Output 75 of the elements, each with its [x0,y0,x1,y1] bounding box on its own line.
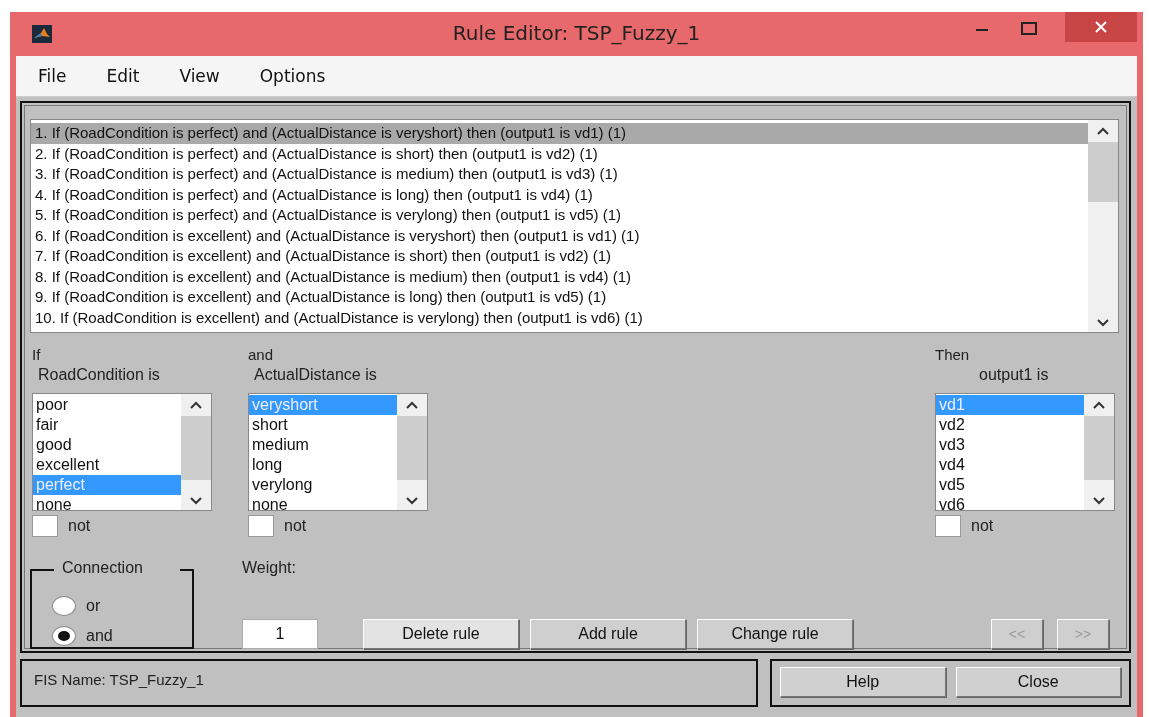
rule-item[interactable]: 2. If (RoadCondition is perfect) and (ActualDistance is short) then (output1 is vd2) (1) [31,143,1088,164]
not-checkbox[interactable] [32,515,58,537]
rule-item[interactable]: 3. If (RoadCondition is perfect) and (ActualDistance is medium) then (output1 is vd3) (1) [31,164,1088,185]
window-title: Rule Editor: TSP_Fuzzy_1 [452,21,701,45]
scroll-up-icon[interactable] [1092,400,1106,410]
scrollbar[interactable] [1088,120,1118,332]
list-item[interactable]: vd2 [936,415,1084,435]
rule-button[interactable]: Delete rule [363,619,519,649]
checkbox-label: not [971,517,994,535]
rule-button[interactable]: Change rule [697,619,853,649]
membership-list[interactable]: poor fair good excellent perfect none [32,393,212,511]
variable-label: RoadCondition is [38,365,161,385]
dialog-button[interactable]: Help [780,667,946,697]
variable-label: output1 is [979,365,1050,385]
list-item[interactable]: vd4 [936,455,1084,475]
checkbox-label: not [284,517,307,535]
menu-item[interactable]: View [175,64,224,88]
not-checkbox[interactable] [935,515,961,537]
list-item[interactable]: long [249,455,397,475]
radio-label: or [86,597,101,615]
scroll-down-icon[interactable] [405,496,419,506]
weight-label: Weight: [242,559,297,577]
rule-item[interactable]: 10. If (RoadCondition is excellent) and (ActualDistance is verylong) then (output1 is vd6) (1) [31,307,1088,328]
rule-button[interactable]: Add rule [530,619,686,649]
list-item[interactable]: vd6 [936,495,1084,510]
menu-item[interactable]: Edit [102,64,144,88]
radio-button[interactable] [52,596,76,616]
scrollbar[interactable] [181,394,211,510]
membership-list[interactable]: vd1 vd2 vd3 vd4 vd5 vd6 [935,393,1115,511]
rule-item[interactable]: 1. If (RoadCondition is perfect) and (ActualDistance is veryshort) then (output1 is vd1) (1) [31,123,1088,144]
weight-field[interactable]: 1 [242,619,318,649]
rule-item[interactable]: 6. If (RoadCondition is excellent) and (ActualDistance is veryshort) then (output1 is vd1) (1) [31,225,1088,246]
membership-list[interactable]: veryshort short medium long verylong none [248,393,428,511]
rule-item[interactable]: 4. If (RoadCondition is perfect) and (ActualDistance is long) then (output1 is vd4) (1) [31,184,1088,205]
section-label: If [32,345,42,365]
scrollbar[interactable] [1084,394,1114,510]
scroll-down-icon[interactable] [1092,496,1106,506]
rule-item[interactable]: 7. If (RoadCondition is excellent) and (ActualDistance is short) then (output1 is vd2) (1) [31,246,1088,267]
list-item[interactable]: vd3 [936,435,1084,455]
list-item[interactable]: none [33,495,181,510]
rule-item[interactable]: 9. If (RoadCondition is excellent) and (ActualDistance is long) then (output1 is vd5) (1) [31,287,1088,308]
scrollbar[interactable] [397,394,427,510]
list-item[interactable]: medium [249,435,397,455]
list-item[interactable]: short [249,415,397,435]
close-button[interactable] [1065,12,1137,42]
menu-item[interactable]: Options [255,64,330,88]
rule-item[interactable]: 5. If (RoadCondition is perfect) and (ActualDistance is verylong) then (output1 is vd5) (1) [31,205,1088,226]
radio-button[interactable] [52,626,76,646]
list-item[interactable]: verylong [249,475,397,495]
list-item[interactable]: poor [33,395,181,415]
rule-list[interactable] [30,119,1119,333]
variable-label: ActualDistance is [254,365,378,385]
rule-item[interactable]: 8. If (RoadCondition is excellent) and (ActualDistance is medium) then (output1 is vd4) (1) [31,266,1088,287]
scroll-down-icon[interactable] [189,496,203,506]
not-checkbox[interactable] [248,515,274,537]
checkbox-label: not [68,517,91,535]
dialog-button[interactable]: Close [955,667,1121,697]
list-item[interactable]: fair [33,415,181,435]
scroll-up-icon[interactable] [405,400,419,410]
radio-label: and [86,627,113,645]
scroll-up-icon[interactable] [1096,126,1110,136]
fis-name: FIS Name: TSP_Fuzzy_1 [34,671,204,688]
close-icon [1095,21,1107,33]
app-logo-icon [32,25,52,43]
group-title: Connection [62,559,143,577]
list-item[interactable]: vd5 [936,475,1084,495]
list-item[interactable]: none [249,495,397,510]
menu-item[interactable]: File [34,64,71,88]
section-label: and [248,345,275,365]
list-item[interactable]: good [33,435,181,455]
list-item[interactable]: excellent [33,455,181,475]
scroll-up-icon[interactable] [189,400,203,410]
maximize-icon[interactable] [1021,22,1037,36]
scroll-down-icon[interactable] [1096,318,1110,328]
section-label: Then [935,345,971,365]
